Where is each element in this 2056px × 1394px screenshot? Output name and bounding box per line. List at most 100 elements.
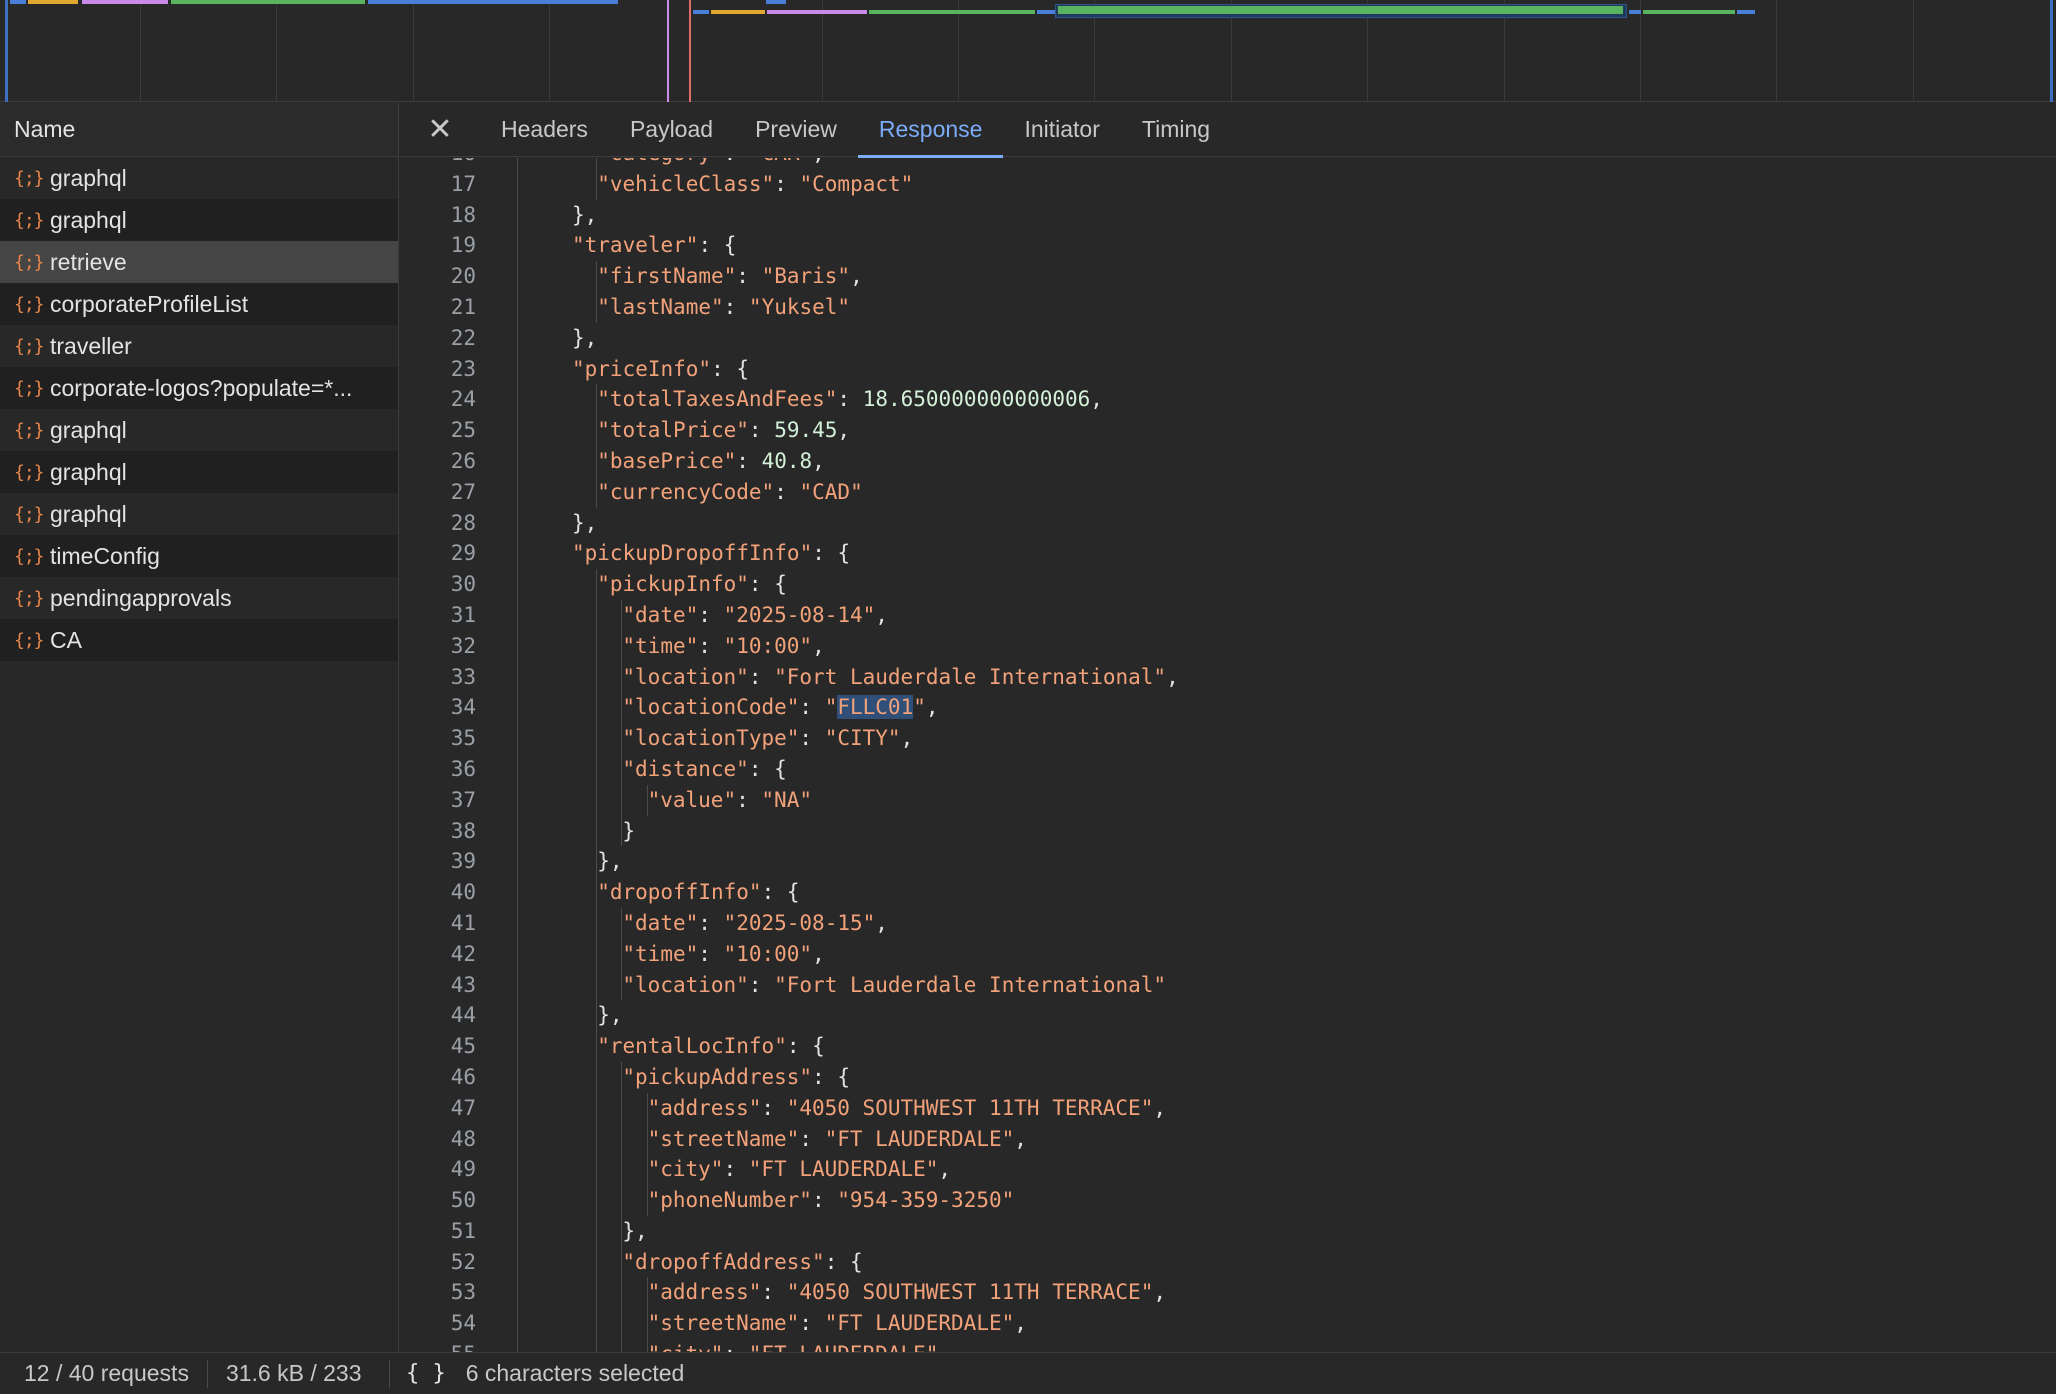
json-punctuation: :	[698, 941, 724, 966]
line-number: 49	[450, 1157, 476, 1182]
json-request-icon: {;}	[14, 209, 45, 231]
request-row[interactable]: {;} graphql	[0, 493, 398, 535]
overview-right-edge	[2050, 0, 2053, 102]
overview-waterfall-bar	[82, 0, 168, 4]
response-code[interactable]: 16 "category": "CAR", 17 "vehicleClass": "C…	[400, 158, 2056, 1353]
json-punctuation: :	[748, 418, 775, 443]
tab-headers[interactable]: Headers	[480, 103, 609, 157]
json-punctuation: ,	[875, 910, 888, 935]
request-row[interactable]: {;} corporateProfileList	[0, 283, 398, 325]
json-punctuation: :	[748, 664, 775, 689]
network-overview-timeline[interactable]	[0, 0, 2056, 102]
code-line: 26 "basePrice": 40.8,	[400, 445, 2056, 477]
tabs: Headers Payload Preview Response Initiator Ti…	[480, 103, 1231, 158]
code-line: 49 "city": "FT LAUDERDALE",	[400, 1154, 2056, 1186]
line-number: 52	[450, 1249, 476, 1274]
json-key: "currencyCode"	[597, 479, 775, 504]
indent-guide	[596, 630, 598, 662]
json-punctuation: },	[572, 510, 598, 535]
indent-guide	[596, 1215, 598, 1247]
request-row[interactable]: {;} graphql	[0, 157, 398, 199]
json-request-icon: {;}	[14, 587, 45, 609]
request-row[interactable]: {;} graphql	[0, 409, 398, 451]
tab-payload[interactable]: Payload	[609, 103, 734, 157]
json-request-icon: {;}	[14, 545, 45, 567]
code-line: 33 "location": "Fort Lauderdale Internati…	[400, 661, 2056, 693]
indent-guide	[596, 661, 598, 693]
code-line: 20 "firstName": "Baris",	[400, 261, 2056, 292]
line-number: 20	[450, 264, 476, 289]
json-punctuation: },	[572, 325, 598, 350]
json-punctuation: :	[698, 602, 724, 627]
code-text: "basePrice": 40.8,	[597, 446, 825, 477]
line-number: 34	[450, 695, 476, 720]
indent-guide	[596, 723, 598, 754]
json-key: "traveler"	[572, 233, 699, 258]
request-row[interactable]: {;} pendingapprovals	[0, 577, 398, 619]
json-string: "4050 SOUTHWEST 11TH TERRACE"	[786, 1095, 1154, 1120]
name-column-label: Name	[14, 116, 76, 142]
name-column-header[interactable]: Name	[0, 103, 398, 157]
json-number: 59.45	[774, 418, 838, 443]
tab-preview[interactable]: Preview	[734, 103, 858, 157]
json-string: "2025-08-15"	[723, 910, 876, 935]
json-punctuation: : {	[812, 541, 851, 566]
request-row[interactable]: {;} graphql	[0, 199, 398, 241]
tab-timing[interactable]: Timing	[1121, 103, 1231, 157]
overview-gridline	[822, 0, 823, 102]
indent-guide	[596, 1339, 598, 1353]
line-number: 54	[450, 1311, 476, 1336]
request-row[interactable]: {;} traveller	[0, 325, 398, 367]
code-text: "distance": {	[622, 754, 786, 785]
close-icon[interactable]: ✕	[400, 103, 480, 157]
overview-gridline	[549, 0, 550, 102]
overview-gridline	[413, 0, 414, 102]
code-line: 36 "distance": {	[400, 753, 2056, 785]
json-punctuation: ,	[1153, 1280, 1166, 1305]
code-text: "streetName": "FT LAUDERDALE",	[648, 1124, 1027, 1155]
code-text: "locationCode": "FLLC01",	[622, 692, 939, 723]
json-punctuation: ,	[938, 1157, 952, 1182]
line-number: 44	[450, 1003, 476, 1028]
indent-guide	[596, 1308, 598, 1340]
json-punctuation: :	[811, 1188, 838, 1213]
indent-guide	[621, 1339, 623, 1353]
request-row[interactable]: {;} retrieve	[0, 241, 398, 283]
indent-guide	[621, 784, 623, 816]
json-key: "streetName"	[647, 1311, 800, 1336]
json-key: "category"	[597, 158, 723, 165]
code-line: 31 "date": "2025-08-14",	[400, 599, 2056, 631]
json-string: "FT LAUDERDALE"	[824, 1311, 1015, 1336]
pretty-print-icon[interactable]: { }	[390, 1361, 466, 1386]
code-line: 25 "totalPrice": 59.45,	[400, 415, 2056, 446]
line-number: 50	[450, 1188, 476, 1213]
tab-initiator[interactable]: Initiator	[1003, 103, 1120, 157]
code-line: 35 "locationType": "CITY",	[400, 723, 2056, 754]
detail-tabbar: ✕ Headers Payload Preview Response Initiator…	[400, 103, 2056, 158]
overview-gridline	[958, 0, 959, 102]
json-punctuation: },	[622, 1218, 648, 1243]
line-number: 41	[450, 910, 476, 935]
request-row[interactable]: {;} corporate-logos?populate=*...	[0, 367, 398, 409]
request-name: timeConfig	[50, 542, 160, 569]
response-viewer[interactable]: 16 "category": "CAR", 17 "vehicleClass": "C…	[400, 158, 2056, 1353]
json-punctuation: ,	[1014, 1311, 1027, 1336]
line-number: 39	[450, 849, 476, 874]
tab-response[interactable]: Response	[857, 103, 1004, 158]
json-string: "	[824, 695, 838, 720]
json-key: "time"	[622, 633, 699, 658]
json-key: "pickupDropoffInfo"	[572, 541, 813, 566]
json-string: "Baris"	[761, 264, 851, 289]
request-row[interactable]: {;} CA	[0, 619, 398, 661]
line-number: 38	[450, 818, 476, 843]
json-punctuation: : {	[824, 1249, 863, 1274]
line-number: 42	[450, 941, 476, 966]
request-row[interactable]: {;} graphql	[0, 451, 398, 493]
request-row[interactable]: {;} timeConfig	[0, 535, 398, 577]
code-text: "totalTaxesAndFees": 18.650000000000006,	[597, 384, 1103, 415]
overview-waterfall-bar	[767, 10, 867, 14]
indent-guide	[621, 1154, 623, 1186]
json-punctuation: :	[698, 910, 724, 935]
json-request-icon: {;}	[14, 461, 45, 483]
request-rows: {;} graphql {;} graphql {;} retrieve {;} corpor…	[0, 157, 398, 661]
